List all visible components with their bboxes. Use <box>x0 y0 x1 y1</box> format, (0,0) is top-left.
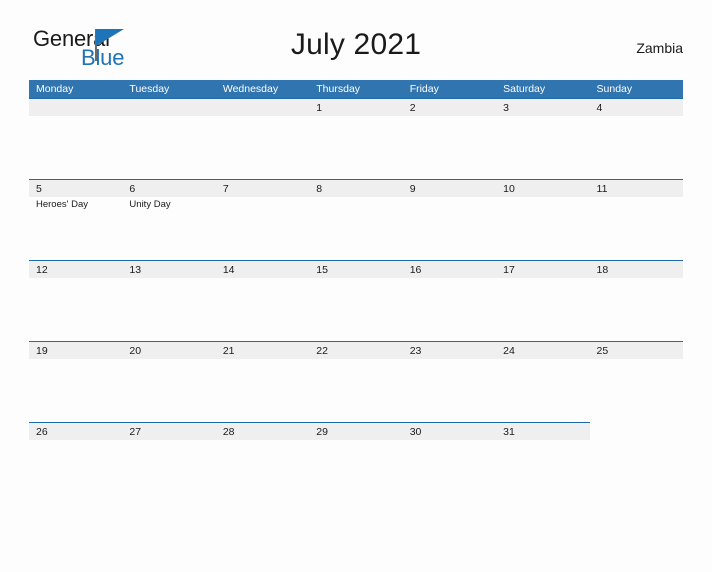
day-number: 19 <box>36 345 48 357</box>
day-cell-26[interactable]: 26 <box>29 422 123 503</box>
day-number <box>597 424 677 440</box>
day-cell-18[interactable]: 18 <box>589 260 683 341</box>
weekday-header-sunday: Sunday <box>596 83 633 95</box>
day-cell-21[interactable]: 21 <box>215 341 310 422</box>
day-cell-empty <box>215 98 310 179</box>
day-number: 4 <box>596 102 603 114</box>
day-number: 24 <box>503 345 515 357</box>
day-number <box>36 100 116 116</box>
calendar-grid: Monday Tuesday Wednesday Thursday Friday Satu… <box>29 80 683 503</box>
weekday-header-saturday: Saturday <box>503 83 546 95</box>
day-cell-3[interactable]: 3 <box>496 98 590 179</box>
day-number: 17 <box>503 264 515 276</box>
day-events: Unity Day <box>129 198 209 211</box>
day-number: 20 <box>129 345 142 357</box>
day-cell-12[interactable]: 12 <box>29 260 123 341</box>
day-number: 6 <box>129 183 136 195</box>
holiday-label: Unity Day <box>129 199 171 210</box>
calendar-page: General Blue July 2021 Zambia Monday Tues… <box>0 22 712 572</box>
day-cell-19[interactable]: 19 <box>29 341 123 422</box>
day-cell-15[interactable]: 15 <box>309 260 403 341</box>
day-number: 26 <box>36 426 48 438</box>
calendar-week-row: 5 Heroes' Day 6 Unity Day 7 8 9 10 11 <box>29 179 683 260</box>
day-number: 22 <box>316 345 328 357</box>
calendar-week-row: 19 20 21 22 23 24 25 <box>29 341 683 422</box>
day-cell-11[interactable]: 11 <box>589 179 683 260</box>
day-cell-16[interactable]: 16 <box>402 260 497 341</box>
page-header: General Blue July 2021 Zambia <box>29 22 683 80</box>
day-cell-28[interactable]: 28 <box>215 422 310 503</box>
day-cell-10[interactable]: 10 <box>496 179 590 260</box>
day-cell-24[interactable]: 24 <box>496 341 590 422</box>
day-cell-8[interactable]: 8 <box>309 179 403 260</box>
day-cell-4[interactable]: 4 <box>589 98 683 179</box>
day-number: 1 <box>316 102 323 114</box>
day-number: 16 <box>409 264 422 276</box>
day-cell-31[interactable]: 31 <box>496 422 590 503</box>
day-cell-29[interactable]: 29 <box>309 422 403 503</box>
holiday-label: Heroes' Day <box>36 199 88 210</box>
weekday-header-wednesday: Wednesday <box>222 83 279 95</box>
weekday-header-monday: Monday <box>36 83 74 95</box>
day-cell-30[interactable]: 30 <box>402 422 497 503</box>
day-cell-25[interactable]: 25 <box>589 341 683 422</box>
day-number: 14 <box>222 264 235 276</box>
day-number: 11 <box>596 183 608 195</box>
calendar-week-row: 1 2 3 4 <box>29 98 683 179</box>
day-cell-17[interactable]: 17 <box>496 260 590 341</box>
week-band: 19 20 21 22 23 24 25 <box>29 341 683 422</box>
day-number: 18 <box>596 264 609 276</box>
page-title: July 2021 <box>290 28 422 61</box>
day-number <box>129 100 209 116</box>
day-number: 8 <box>316 183 323 195</box>
day-cell-20[interactable]: 20 <box>122 341 216 422</box>
day-cell-2[interactable]: 2 <box>402 98 497 179</box>
day-number: 13 <box>129 264 142 276</box>
calendar-week-row: 26 27 28 29 30 31 <box>29 422 683 503</box>
day-number: 7 <box>222 183 229 195</box>
day-cell-27[interactable]: 27 <box>122 422 216 503</box>
day-number: 2 <box>409 102 416 114</box>
day-number: 9 <box>409 183 416 195</box>
day-number: 21 <box>222 345 235 357</box>
day-number: 29 <box>316 426 328 438</box>
day-cell-13[interactable]: 13 <box>122 260 216 341</box>
day-number: 23 <box>409 345 422 357</box>
day-cell-14[interactable]: 14 <box>215 260 310 341</box>
day-number: 28 <box>222 426 235 438</box>
day-cell-5[interactable]: 5 Heroes' Day <box>29 179 123 260</box>
week-band: 26 27 28 29 30 31 <box>29 422 683 503</box>
weekday-header-thursday: Thursday <box>316 83 361 95</box>
region-label: Zambia <box>636 40 683 56</box>
day-number: 27 <box>129 426 142 438</box>
day-cell-22[interactable]: 22 <box>309 341 403 422</box>
week-band: 12 13 14 15 16 17 18 <box>29 260 683 341</box>
calendar-weeks: 1 2 3 4 5 Heroes' Day 6 Unity Day 7 8 9 10 11 12 13 14 1… <box>29 98 683 503</box>
weekday-header-row: Monday Tuesday Wednesday Thursday Friday Satu… <box>29 80 683 98</box>
day-cell-empty <box>122 98 216 179</box>
day-cell-empty <box>29 98 123 179</box>
day-number: 12 <box>36 264 48 276</box>
day-cell-23[interactable]: 23 <box>402 341 497 422</box>
weekday-header-friday: Friday <box>409 83 439 95</box>
day-cell-6[interactable]: 6 Unity Day <box>122 179 216 260</box>
day-cell-9[interactable]: 9 <box>402 179 497 260</box>
day-cell-7[interactable]: 7 <box>215 179 310 260</box>
day-cell-1[interactable]: 1 <box>309 98 403 179</box>
day-number: 30 <box>409 426 422 438</box>
day-number: 3 <box>503 102 509 114</box>
day-events: Heroes' Day <box>36 198 116 211</box>
day-number: 31 <box>503 426 515 438</box>
day-number <box>223 100 303 116</box>
day-number: 5 <box>36 183 42 195</box>
week-band: 1 2 3 4 <box>29 98 683 179</box>
week-band: 5 Heroes' Day 6 Unity Day 7 8 9 10 11 <box>29 179 683 260</box>
weekday-header-tuesday: Tuesday <box>129 83 170 95</box>
day-cell-empty <box>589 422 683 503</box>
calendar-week-row: 12 13 14 15 16 17 18 <box>29 260 683 341</box>
day-number: 25 <box>596 345 609 357</box>
day-number: 15 <box>316 264 328 276</box>
day-number: 10 <box>503 183 515 195</box>
